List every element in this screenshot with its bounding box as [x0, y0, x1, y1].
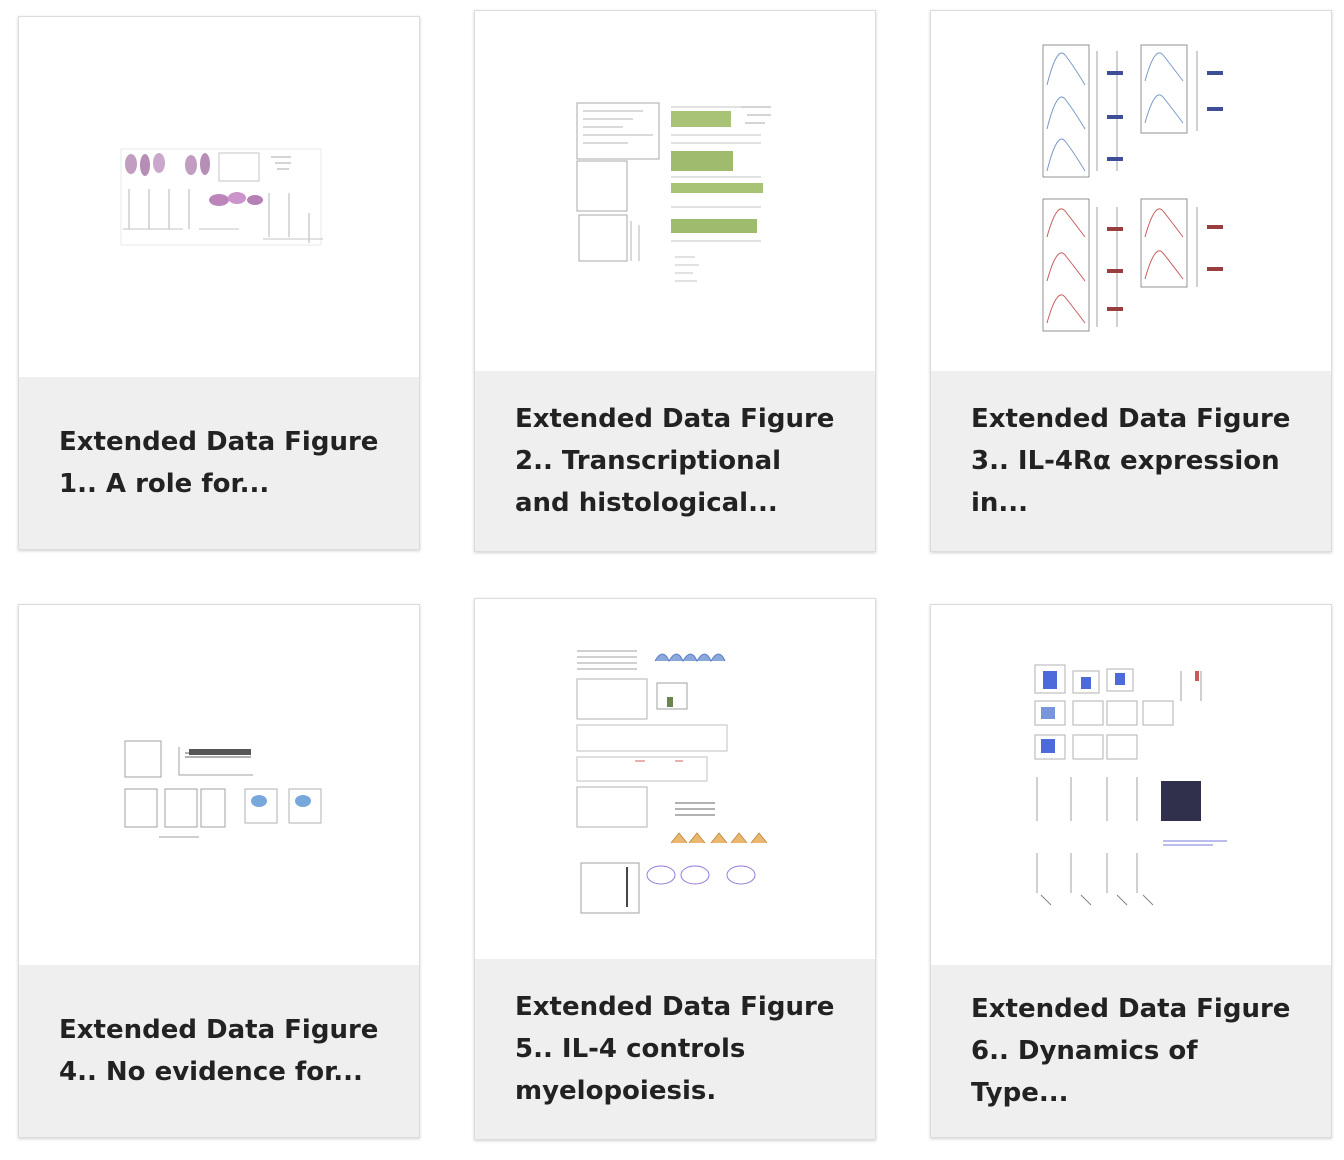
figure-thumbnail[interactable] [475, 599, 875, 959]
figure-caption[interactable]: Extended Data Figure 2.. Transcriptional… [475, 371, 875, 551]
figure-thumbnail[interactable] [931, 605, 1331, 965]
figure-caption[interactable]: Extended Data Figure 1.. A role for... [19, 377, 419, 549]
figure-thumbnail[interactable] [931, 11, 1331, 371]
figure-card-6[interactable]: Extended Data Figure 6.. Dynamics of Typ… [930, 604, 1332, 1138]
figure-caption-text[interactable]: Extended Data Figure 6.. Dynamics of Typ… [971, 988, 1291, 1114]
figure-caption[interactable]: Extended Data Figure 6.. Dynamics of Typ… [931, 965, 1331, 1137]
figure-card-4[interactable]: Extended Data Figure 4.. No evidence for… [18, 604, 420, 1138]
figure-thumbnail[interactable] [19, 17, 419, 377]
figure-caption-text[interactable]: Extended Data Figure 1.. A role for... [59, 421, 379, 505]
thumbnail-image [120, 148, 323, 246]
figure-card-1[interactable]: Extended Data Figure 1.. A role for... [18, 16, 420, 550]
figure-caption[interactable]: Extended Data Figure 3.. IL-4Rα expressi… [931, 371, 1331, 551]
figure-card-5[interactable]: Extended Data Figure 5.. IL-4 controls m… [474, 598, 876, 1140]
thumbnail-image [1042, 44, 1223, 332]
figure-thumbnail[interactable] [475, 11, 875, 371]
figure-caption-text[interactable]: Extended Data Figure 4.. No evidence for… [59, 1009, 379, 1093]
thumbnail-image [1034, 664, 1227, 906]
figure-caption[interactable]: Extended Data Figure 4.. No evidence for… [19, 965, 419, 1137]
figure-caption-text[interactable]: Extended Data Figure 2.. Transcriptional… [515, 398, 835, 524]
thumbnail-image [576, 102, 771, 282]
figure-caption-text[interactable]: Extended Data Figure 3.. IL-4Rα expressi… [971, 398, 1291, 524]
figure-thumbnail[interactable] [19, 605, 419, 965]
figure-card-2[interactable]: Extended Data Figure 2.. Transcriptional… [474, 10, 876, 552]
thumbnail-image [124, 740, 322, 838]
figure-card-3[interactable]: Extended Data Figure 3.. IL-4Rα expressi… [930, 10, 1332, 552]
figure-caption[interactable]: Extended Data Figure 5.. IL-4 controls m… [475, 959, 875, 1139]
figure-caption-text[interactable]: Extended Data Figure 5.. IL-4 controls m… [515, 986, 835, 1112]
thumbnail-image [576, 650, 768, 914]
